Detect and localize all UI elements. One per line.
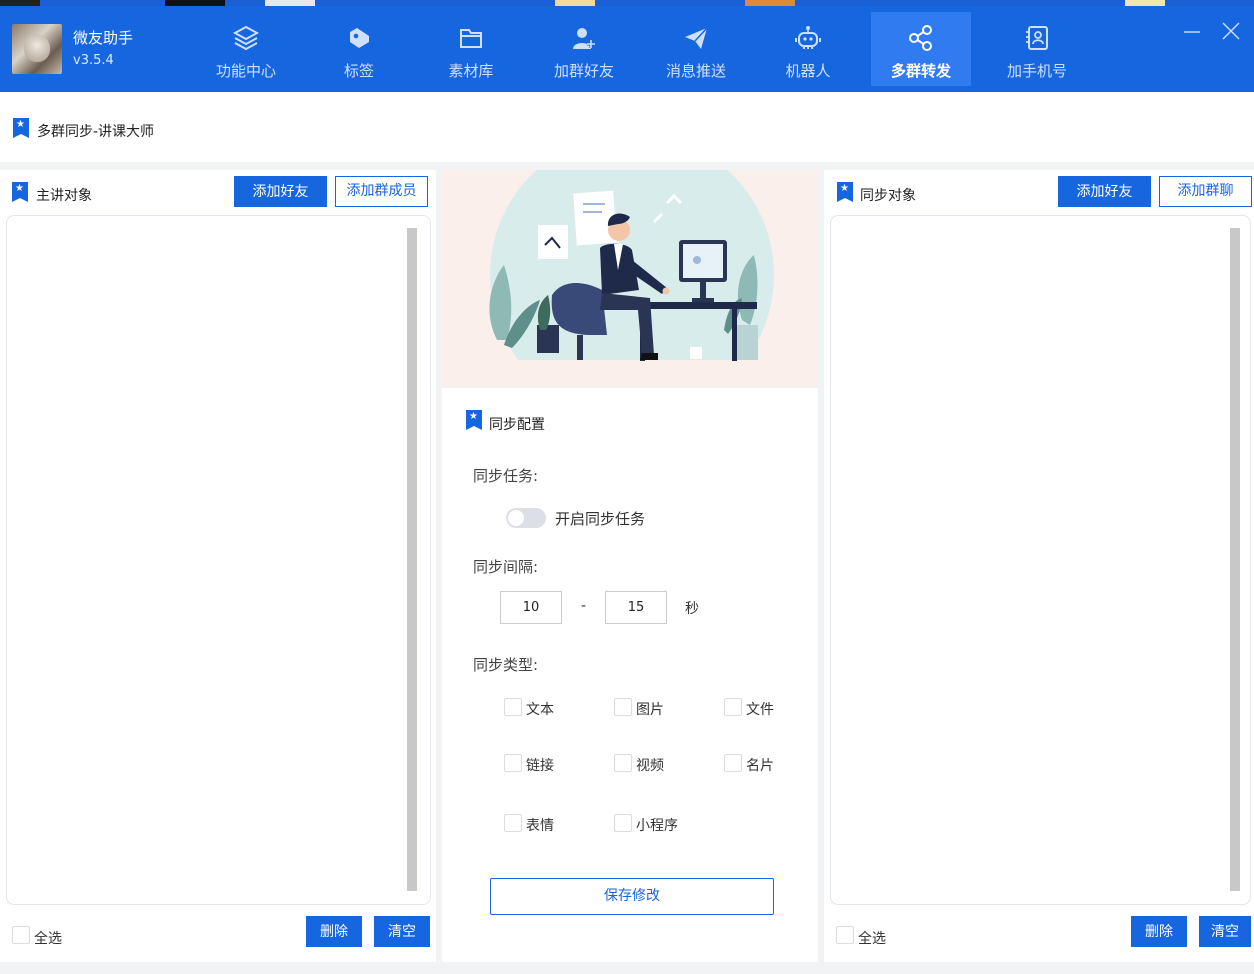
type-text-label: 文本 [526,702,554,718]
nav-label: 消息推送 [665,62,726,80]
select-all-checkbox[interactable] [836,926,854,944]
robot-icon [795,26,821,49]
sync-task-toggle-label: 开启同步任务 [555,510,646,528]
type-emoji-label: 表情 [526,818,554,834]
type-video-checkbox[interactable] [614,754,632,772]
nav-label: 多群转发 [890,62,951,80]
scrollbar[interactable] [1230,228,1240,891]
section-title: 同步对象 [860,188,916,204]
interval-unit: 秒 [685,601,699,617]
clear-button[interactable]: 清空 [1199,916,1251,947]
nav-label: 素材库 [448,62,494,80]
bookmark-icon [466,410,482,430]
select-all-label: 全选 [34,931,62,947]
section-title: 主讲对象 [36,188,92,204]
target-panel: 同步对象 添加好友 添加群聊 全选 删除 清空 [824,170,1254,962]
minimize-icon[interactable] [1182,22,1202,42]
interval-separator: - [581,598,587,614]
nav-item-tags[interactable]: 标签 [309,12,409,86]
add-group-button[interactable]: 添加群聊 [1159,176,1252,207]
sync-task-label: 同步任务: [473,467,539,485]
nav-label: 加群好友 [553,62,614,80]
sync-config-panel: 同步配置 同步任务: 开启同步任务 同步间隔: - 秒 同步类型: 文本 图片 … [442,388,818,962]
page-title-bar: 多群同步-讲课大师 [0,92,1254,162]
delete-button[interactable]: 删除 [1131,916,1187,947]
type-card-checkbox[interactable] [724,754,742,772]
tag-icon [350,28,369,48]
type-file-label: 文件 [746,702,774,718]
folder-icon [460,29,482,48]
add-member-button[interactable]: 添加群成员 [335,176,428,207]
contact-card-icon [1026,26,1048,50]
select-all-checkbox[interactable] [12,926,30,944]
nav-item-multi-group-forward[interactable]: 多群转发 [871,12,971,86]
type-image-checkbox[interactable] [614,698,632,716]
type-link-label: 链接 [526,758,554,774]
type-emoji-checkbox[interactable] [504,814,522,832]
sync-task-toggle[interactable] [506,508,546,528]
page-title: 多群同步-讲课大师 [37,124,155,140]
add-user-icon [573,28,595,49]
nav-item-add-phone[interactable]: 加手机号 [987,12,1087,86]
office-worker-illustration [442,170,818,386]
nav-item-function-center[interactable]: 功能中心 [196,12,296,86]
nav-label: 标签 [343,62,374,80]
type-text-checkbox[interactable] [504,698,522,716]
bookmark-icon [837,182,853,202]
paper-plane-icon [685,27,708,49]
nav-label: 机器人 [785,62,831,80]
sync-type-label: 同步类型: [473,656,539,674]
nav-item-materials[interactable]: 素材库 [421,12,521,86]
add-friend-button[interactable]: 添加好友 [1058,176,1151,207]
app-version: v3.5.4 [73,53,114,68]
type-card-label: 名片 [746,758,774,774]
sync-interval-label: 同步间隔: [473,558,539,576]
type-image-label: 图片 [636,702,664,718]
host-panel: 主讲对象 添加好友 添加群成员 全选 删除 清空 [0,170,436,962]
type-link-checkbox[interactable] [504,754,522,772]
app-header: 微友助手 v3.5.4 功能中心 标签 素材库 加群好友 消息推送 机器人 多群… [0,6,1254,92]
type-miniprogram-checkbox[interactable] [614,814,632,832]
type-miniprogram-label: 小程序 [636,818,678,834]
layers-icon [232,25,260,51]
type-file-checkbox[interactable] [724,698,742,716]
nav-item-robot[interactable]: 机器人 [758,12,858,86]
interval-min-input[interactable] [500,591,562,624]
app-name: 微友助手 [73,29,134,47]
scrollbar[interactable] [407,228,417,891]
nav-item-message-push[interactable]: 消息推送 [646,12,746,86]
section-title: 同步配置 [489,417,545,433]
nav-label: 加手机号 [1006,62,1067,80]
bookmark-icon [13,118,29,138]
save-button[interactable]: 保存修改 [490,878,774,915]
type-video-label: 视频 [636,758,664,774]
share-icon [909,25,932,51]
target-list[interactable] [830,215,1251,905]
delete-button[interactable]: 删除 [306,916,362,947]
host-list[interactable] [6,215,431,905]
interval-max-input[interactable] [605,591,667,624]
select-all-label: 全选 [858,931,886,947]
add-friend-button[interactable]: 添加好友 [234,176,327,207]
illustration [442,170,818,386]
clear-button[interactable]: 清空 [374,916,430,947]
bookmark-icon [12,182,28,202]
close-icon[interactable] [1220,20,1242,42]
nav-item-group-friends[interactable]: 加群好友 [534,12,634,86]
nav-label: 功能中心 [215,62,276,80]
avatar[interactable] [12,24,62,74]
